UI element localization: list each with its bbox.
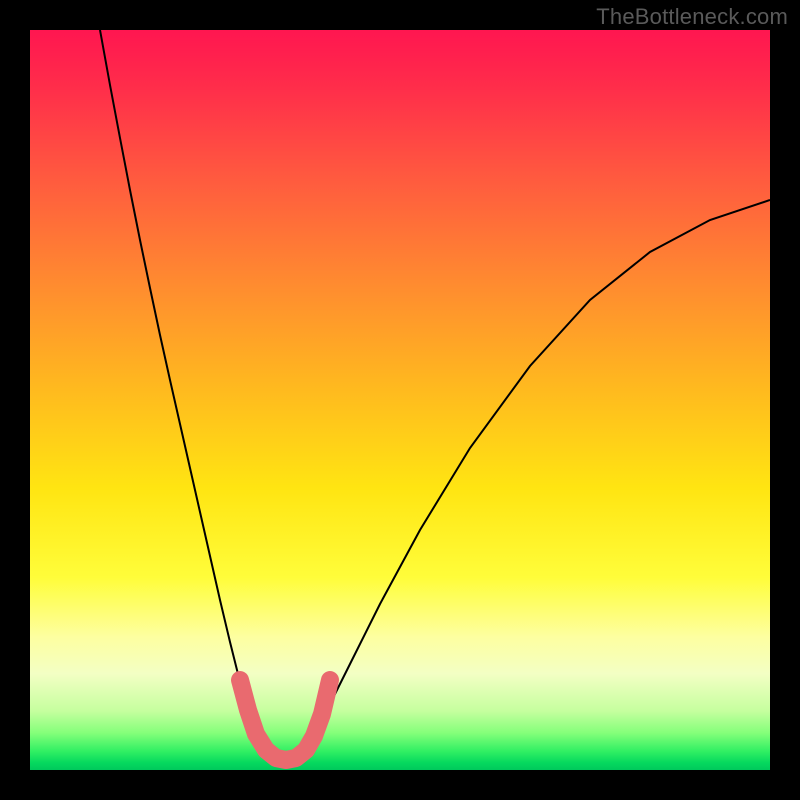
- chart-frame: TheBottleneck.com: [0, 0, 800, 800]
- series-left-arm: [100, 30, 265, 750]
- watermark-text: TheBottleneck.com: [596, 4, 788, 30]
- curve-layer: [30, 30, 770, 770]
- series-right-arm: [305, 200, 770, 750]
- series-pink-valley: [240, 680, 330, 760]
- plot-area: [30, 30, 770, 770]
